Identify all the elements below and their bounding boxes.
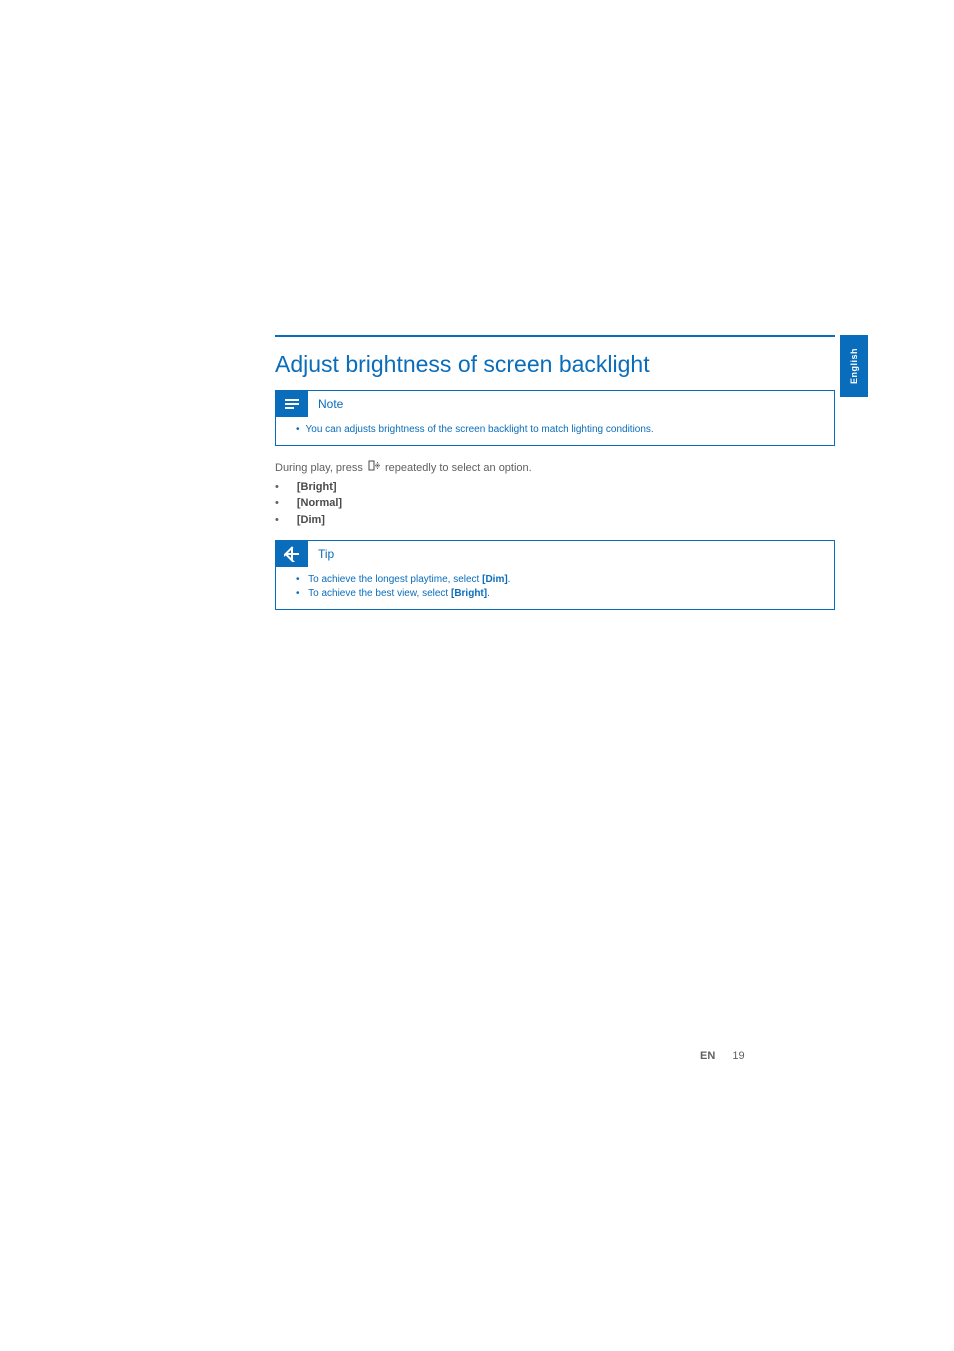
note-title: Note (308, 397, 343, 411)
note-callout: Note You can adjusts brightness of the s… (275, 390, 835, 446)
note-body: You can adjusts brightness of the screen… (276, 417, 834, 445)
footer-language: EN (700, 1050, 715, 1062)
section-heading: Adjust brightness of screen backlight (275, 351, 835, 378)
page-footer: EN 19 (700, 1050, 745, 1062)
tip-header: Tip (276, 541, 834, 567)
instruction-pre: During play, press (275, 462, 366, 474)
tip-callout: Tip To achieve the longest playtime, sel… (275, 540, 835, 610)
tip-item: To achieve the best view, select [Bright… (296, 587, 824, 601)
language-label: English (849, 348, 859, 384)
option-item: [Normal] (275, 495, 835, 512)
instruction-post: repeatedly to select an option. (385, 462, 532, 474)
note-lines-icon (284, 397, 300, 411)
tip-icon (276, 541, 308, 567)
option-item: [Dim] (275, 512, 835, 529)
note-icon (276, 391, 308, 417)
asterisk-icon (284, 546, 300, 562)
language-tab: English (840, 335, 868, 397)
tip-body: To achieve the longest playtime, select … (276, 567, 834, 609)
top-rule (275, 335, 835, 337)
footer-page-number: 19 (732, 1050, 744, 1062)
option-item: [Bright] (275, 479, 835, 496)
tip-title: Tip (308, 547, 334, 561)
brightness-button-icon (368, 460, 380, 477)
options-list: [Bright] [Normal] [Dim] (275, 479, 835, 529)
note-item: You can adjusts brightness of the screen… (296, 423, 824, 437)
note-header: Note (276, 391, 834, 417)
tip-item: To achieve the longest playtime, select … (296, 573, 824, 587)
instruction-text: During play, press repeatedly to select … (275, 460, 835, 528)
page-content: Adjust brightness of screen backlight No… (275, 335, 835, 624)
